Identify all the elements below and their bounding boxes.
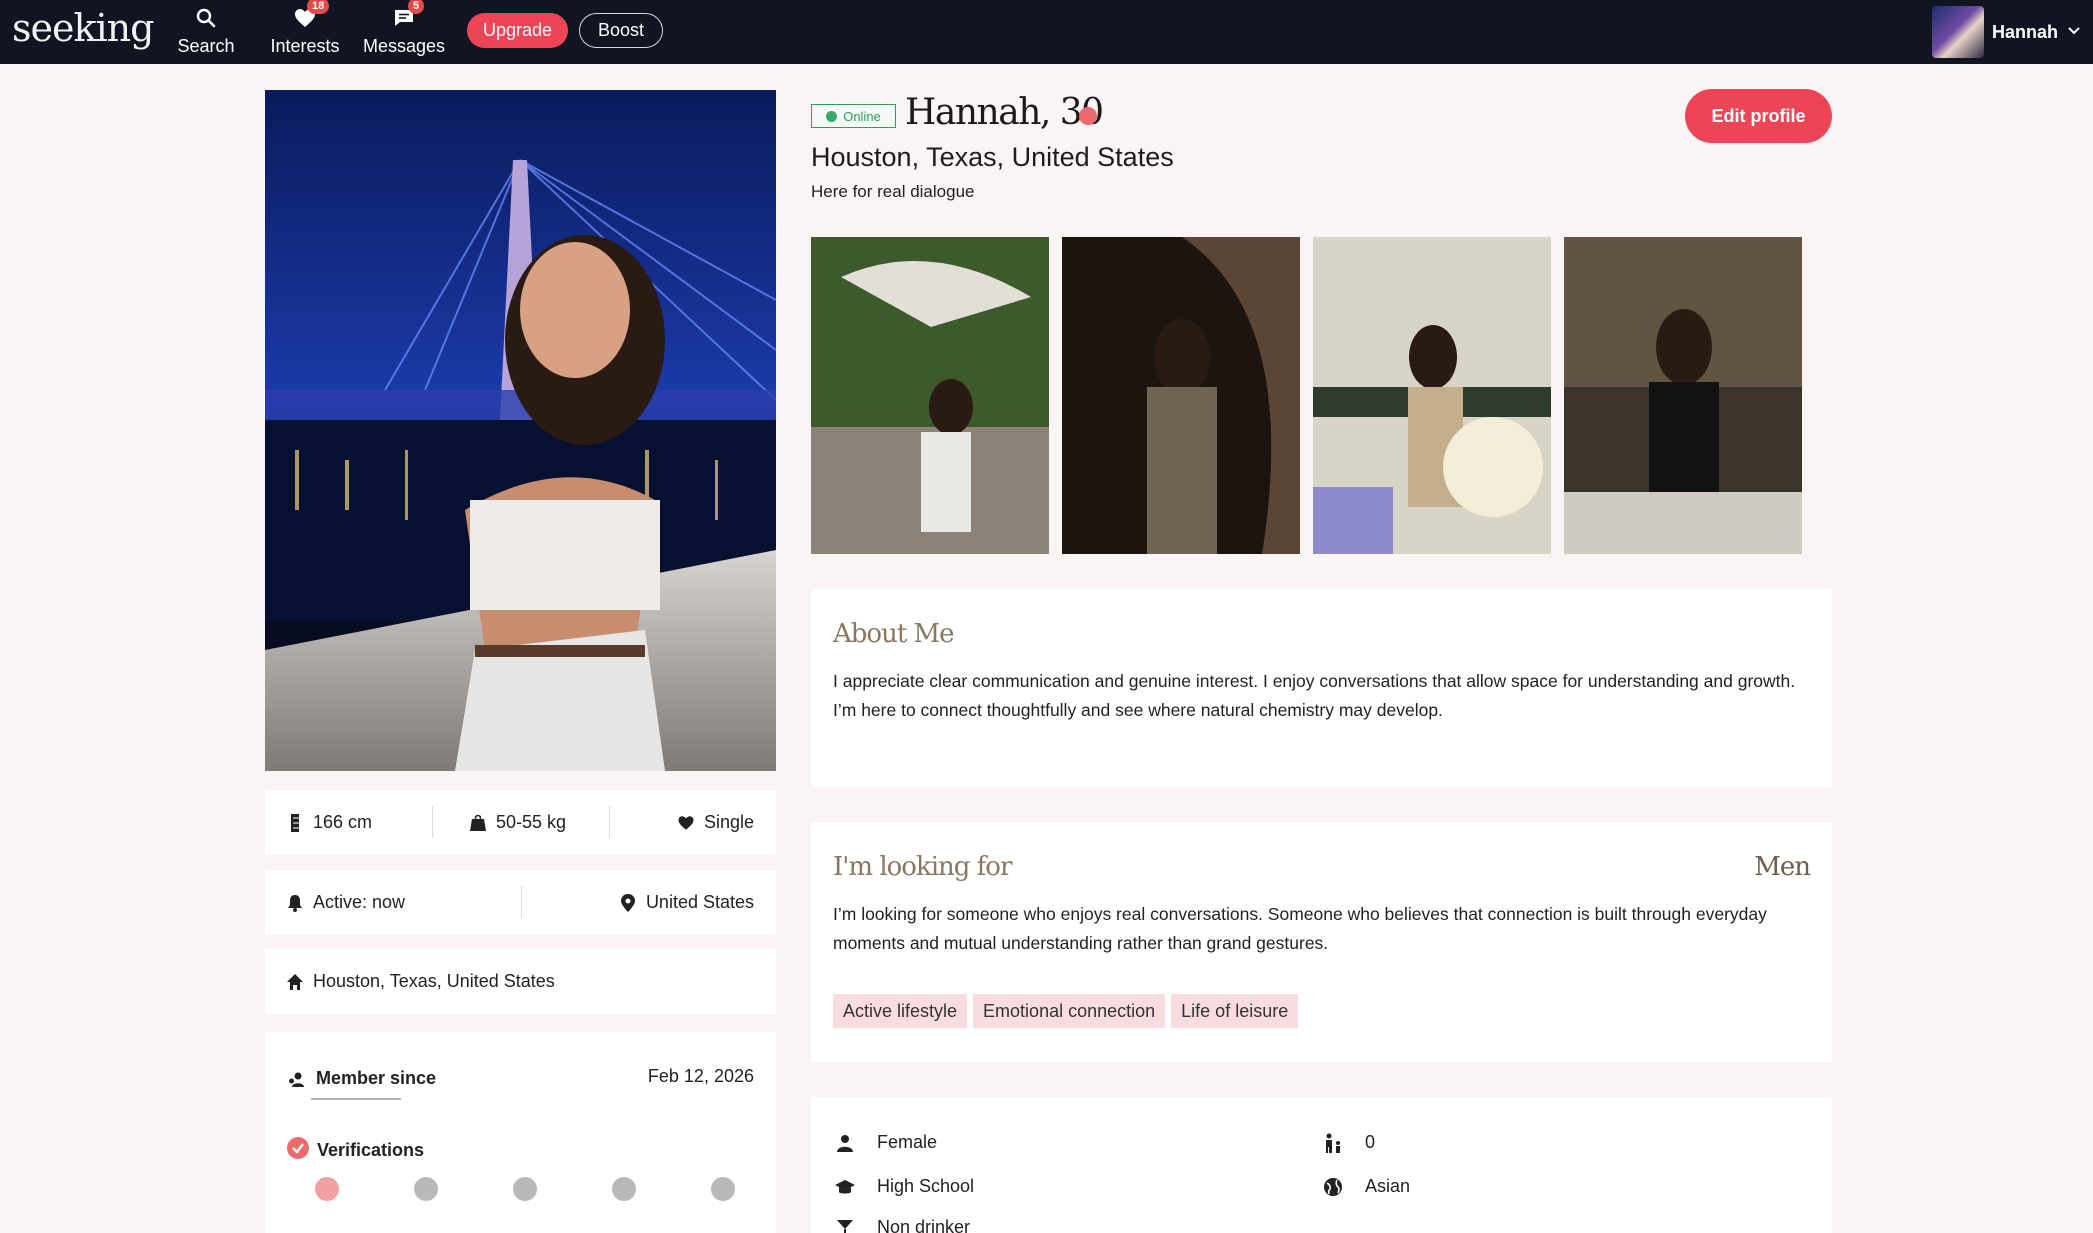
gallery-photo[interactable] <box>811 237 1049 554</box>
chat-bubble-icon: 5 <box>392 0 425 30</box>
top-nav: seeking Search 18 Interests 5 Messages U… <box>0 0 2093 64</box>
user-menu[interactable]: Hannah <box>1932 6 2082 58</box>
looking-for-section: I'm looking for Men I’m looking for some… <box>811 822 1832 1062</box>
gender-value: Female <box>877 1132 938 1152</box>
profile-name: Hannah, 30 <box>905 92 1104 133</box>
membership-card: Member since Feb 12, 2026 Verifications <box>265 1032 776 1233</box>
gallery-photo[interactable] <box>1313 237 1551 554</box>
height-stat: 166 cm <box>285 790 372 855</box>
linkedin-icon[interactable] <box>711 1177 735 1201</box>
users-icon <box>287 1069 307 1089</box>
nav-messages-label: Messages <box>362 36 446 56</box>
tag-active-lifestyle: Active lifestyle <box>833 994 968 1028</box>
details-section: Female High School Non drinker 0 Asian <box>811 1097 1832 1233</box>
children-value: 0 <box>1365 1132 1376 1152</box>
nav-messages[interactable]: 5 Messages <box>354 0 454 57</box>
looking-for-target: Men <box>1754 852 1811 882</box>
messages-badge: 5 <box>408 0 425 14</box>
ruler-icon <box>285 813 305 833</box>
chevron-down-icon <box>2066 22 2082 43</box>
person-icon <box>835 1133 855 1153</box>
education-value: High School <box>877 1176 975 1196</box>
weight-icon <box>468 813 488 833</box>
relationship-value: Single <box>703 812 754 832</box>
photo-verified-icon[interactable] <box>315 1177 339 1201</box>
home-card: Houston, Texas, United States <box>265 949 776 1014</box>
graduation-cap-icon <box>835 1177 855 1197</box>
country-stat: United States <box>618 870 754 935</box>
ethnicity-value: Asian <box>1365 1176 1411 1196</box>
home-icon <box>285 972 305 992</box>
divider <box>609 806 610 838</box>
upgrade-button[interactable]: Upgrade <box>467 13 568 48</box>
activity-card: Active: now United States <box>265 870 776 935</box>
facebook-icon[interactable] <box>612 1177 636 1201</box>
location-pin-icon <box>618 893 638 913</box>
drinking-row: Non drinker <box>835 1217 970 1233</box>
about-me-section: About Me I appreciate clear communicatio… <box>811 589 1832 787</box>
member-since-label: Member since <box>287 1068 436 1089</box>
family-icon <box>1323 1133 1343 1153</box>
member-since-date: Feb 12, 2026 <box>647 1066 754 1086</box>
looking-for-title: I'm looking for <box>833 852 1012 882</box>
weight-value: 50-55 kg <box>496 812 567 832</box>
online-status-badge: Online <box>811 104 896 128</box>
looking-for-body: I’m looking for someone who enjoys real … <box>833 904 1767 953</box>
divider <box>521 886 522 918</box>
heart-icon <box>676 813 696 833</box>
id-verify-icon[interactable] <box>513 1177 537 1201</box>
interests-badge: 18 <box>307 0 330 14</box>
edit-profile-button[interactable]: Edit profile <box>1685 89 1832 143</box>
nav-interests-label: Interests <box>270 36 340 56</box>
profile-tagline: Here for real dialogue <box>811 182 975 201</box>
interest-tags: Active lifestyle Emotional connection Li… <box>833 994 1299 1028</box>
about-me-body: I appreciate clear communication and gen… <box>833 671 1796 720</box>
drinking-value: Non drinker <box>877 1217 971 1233</box>
home-value: Houston, Texas, United States <box>313 971 555 991</box>
user-name: Hannah <box>1992 21 2059 42</box>
weight-stat: 50-55 kg <box>468 790 566 855</box>
relationship-stat: Single <box>676 790 754 855</box>
gallery-photo[interactable] <box>1062 237 1300 554</box>
verifications-label: Verifications <box>287 1137 424 1164</box>
search-icon <box>194 6 218 30</box>
about-me-title: About Me <box>833 619 955 649</box>
gallery-photo[interactable] <box>1564 237 1802 554</box>
verified-badge-icon <box>1079 107 1097 125</box>
active-stat: Active: now <box>285 870 405 935</box>
home-stat: Houston, Texas, United States <box>285 949 555 1014</box>
nav-search[interactable]: Search <box>156 6 256 57</box>
height-value: 166 cm <box>313 812 373 832</box>
heart-icon: 18 <box>293 0 330 30</box>
globe-icon <box>1323 1177 1343 1197</box>
children-row: 0 <box>1323 1132 1375 1153</box>
glass-icon <box>835 1218 855 1233</box>
online-dot-icon <box>826 110 838 122</box>
boost-button[interactable]: Boost <box>579 13 663 48</box>
tag-life-of-leisure: Life of leisure <box>1171 994 1299 1028</box>
divider <box>432 806 433 838</box>
avatar <box>1932 6 1984 58</box>
main-profile-photo[interactable] <box>265 90 776 771</box>
bell-icon <box>285 893 305 913</box>
nav-search-label: Search <box>177 36 235 56</box>
divider <box>311 1098 401 1100</box>
education-row: High School <box>835 1176 974 1197</box>
stats-card-body: 166 cm 50-55 kg Single <box>265 790 776 855</box>
seeking-logo[interactable]: seeking <box>12 6 154 50</box>
ethnicity-row: Asian <box>1323 1176 1410 1197</box>
profile-location: Houston, Texas, United States <box>811 142 1174 172</box>
nav-interests[interactable]: 18 Interests <box>255 0 355 57</box>
active-value: Active: now <box>313 892 406 912</box>
country-value: United States <box>645 892 754 912</box>
gender-row: Female <box>835 1132 937 1153</box>
verification-icons <box>315 1177 735 1201</box>
profile-verify-icon[interactable] <box>414 1177 438 1201</box>
tag-emotional-connection: Emotional connection <box>973 994 1166 1028</box>
verified-check-icon <box>287 1137 309 1164</box>
